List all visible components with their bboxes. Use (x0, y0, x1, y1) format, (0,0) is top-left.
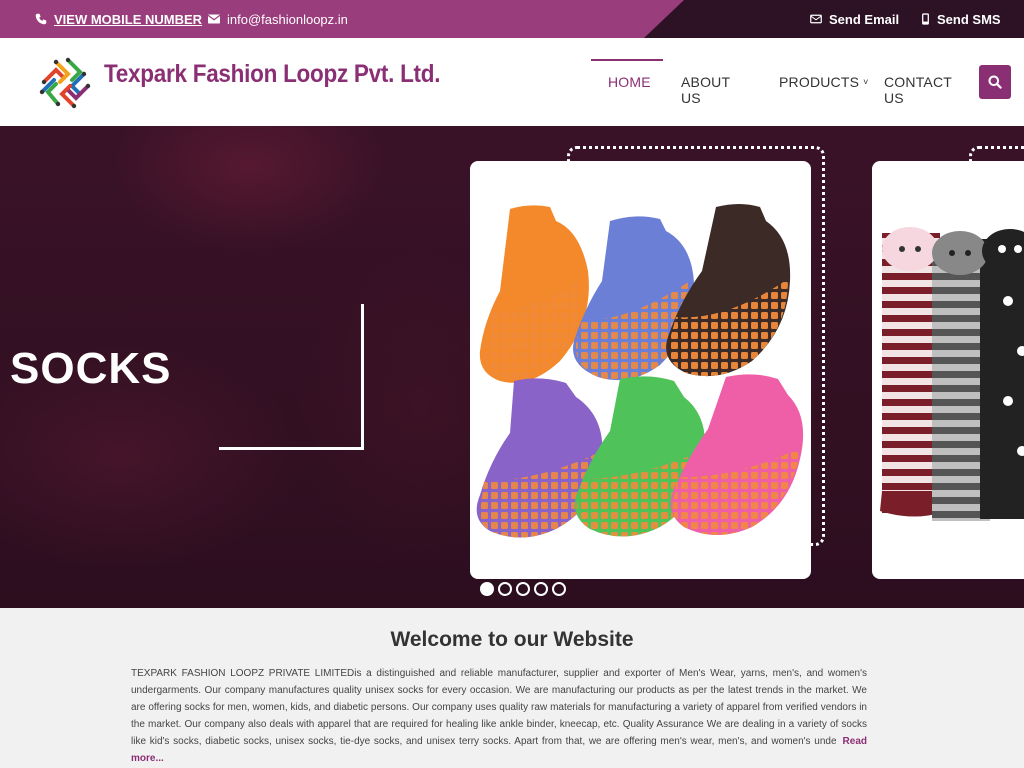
slider-dot-5[interactable] (552, 582, 566, 596)
welcome-section: Welcome to our Website TEXPARK FASHION L… (0, 608, 1024, 768)
send-email-label[interactable]: Send Email (829, 12, 899, 27)
nav-about-us[interactable]: ABOUT US (681, 74, 730, 106)
slider-dot-4[interactable] (534, 582, 548, 596)
mobile-phone-icon (922, 13, 929, 25)
nav-products-label[interactable]: PRODUCTS (779, 74, 859, 90)
send-email-button[interactable]: Send Email (810, 0, 899, 38)
hero-slider: SOCKS (0, 126, 1024, 608)
email-address[interactable]: info@fashionloopz.in (227, 12, 348, 27)
slider-pagination (480, 582, 566, 596)
slider-dot-1[interactable] (480, 582, 494, 596)
hero-frame-vertical (361, 304, 364, 450)
email-contact[interactable]: info@fashionloopz.in (208, 0, 348, 38)
company-logo[interactable] (34, 52, 98, 114)
top-bar: VIEW MOBILE NUMBER info@fashionloopz.in … (0, 0, 1024, 38)
search-button[interactable] (979, 65, 1011, 99)
view-mobile-number-link[interactable]: VIEW MOBILE NUMBER (35, 0, 202, 38)
hero-title: SOCKS (10, 344, 172, 393)
send-sms-label[interactable]: Send SMS (937, 12, 1001, 27)
slider-dot-2[interactable] (498, 582, 512, 596)
hero-frame-horizontal (219, 447, 364, 450)
product-card-knee-socks[interactable] (872, 161, 1024, 579)
welcome-body: TEXPARK FASHION LOOPZ PRIVATE LIMITEDis … (131, 665, 867, 767)
nav-home[interactable]: HOME (608, 74, 651, 90)
nav-products[interactable]: PRODUCTS ˅ (779, 74, 869, 90)
envelope-icon (208, 14, 220, 24)
chevron-down-icon: ˅ (863, 77, 869, 87)
phone-icon (35, 13, 47, 25)
welcome-title: Welcome to our Website (390, 628, 634, 651)
send-sms-button[interactable]: Send SMS (921, 0, 1001, 38)
slider-dot-3[interactable] (516, 582, 530, 596)
striped-knee-socks-image (880, 227, 1024, 521)
brand-name[interactable]: Texpark Fashion Loopz Pvt. Ltd. (104, 60, 441, 89)
welcome-text: TEXPARK FASHION LOOPZ PRIVATE LIMITEDis … (131, 668, 867, 747)
envelope-outline-icon (810, 14, 822, 24)
grip-socks-image (476, 204, 804, 538)
nav-active-indicator (591, 59, 663, 61)
nav-contact-us[interactable]: CONTACT US (884, 74, 952, 106)
product-card-ankle-socks[interactable] (470, 161, 811, 579)
search-icon (988, 75, 1002, 89)
view-mobile-number-label[interactable]: VIEW MOBILE NUMBER (54, 12, 202, 27)
site-header: Texpark Fashion Loopz Pvt. Ltd. HOME ABO… (0, 38, 1024, 126)
